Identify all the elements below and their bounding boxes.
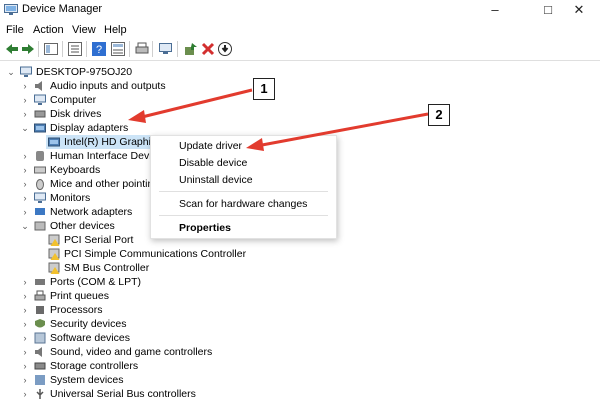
annotation-arrowhead-1 [128, 110, 146, 123]
annotation-arrow-2 [261, 112, 429, 147]
annotation-arrowhead-2 [246, 138, 264, 151]
annotation-badge-1: 1 [253, 78, 275, 100]
annotation-arrow-1 [141, 88, 253, 119]
annotation-overlay [128, 88, 429, 151]
annotation-badge-2: 2 [428, 104, 450, 126]
